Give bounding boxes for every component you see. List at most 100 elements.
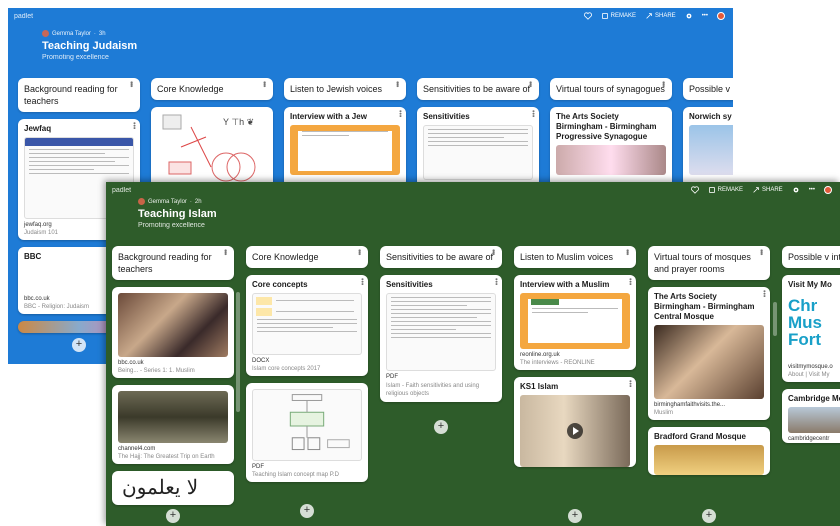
card-caption: The Hajj: The Greatest Trip on Earth	[118, 454, 215, 460]
board-subtitle: Promoting excellence	[138, 222, 205, 229]
column-heading[interactable]: Background reading for teachers •••	[18, 78, 140, 112]
add-post-button[interactable]: +	[72, 338, 86, 352]
card-link-domain: bbc.co.uk	[118, 360, 144, 366]
padlet-logo[interactable]: padlet	[112, 187, 131, 194]
card-sensitivities[interactable]: Sensitivities •••	[417, 107, 539, 187]
avatar[interactable]	[824, 186, 832, 194]
more-icon[interactable]: •••	[626, 380, 633, 387]
column-scrollbar[interactable]	[236, 292, 240, 412]
column-heading-text: Listen to Jewish voices	[290, 84, 383, 94]
more-icon[interactable]: •••	[760, 290, 767, 297]
more-icon[interactable]: •••	[258, 81, 270, 86]
add-post-button[interactable]: +	[434, 420, 448, 434]
column-jewish-voices: Listen to Jewish voices ••• Interview wit…	[284, 78, 406, 187]
column-heading[interactable]: Virtual tours of mosques and prayer room…	[648, 246, 770, 280]
card-hajj[interactable]: channel4.com The Hajj: The Greatest Trip…	[112, 385, 234, 464]
card-title: KS1 Islam	[520, 382, 559, 391]
card-visit-my-mosque[interactable]: Visit My Mo Chr Mus Fort visitmymosque.o…	[782, 275, 840, 382]
card-caption: Muslim	[654, 410, 673, 416]
card-thumbnail	[654, 445, 764, 475]
card-interview-muslim[interactable]: Interview with a Muslim ••• reonline.org…	[514, 275, 636, 370]
card-concept-map[interactable]: PDF Teaching Islam concept map P.D	[246, 383, 368, 482]
column-heading[interactable]: Sensitivities to be aware of •••	[380, 246, 502, 268]
more-icon[interactable]: •••	[358, 278, 365, 285]
card-cambridge-mosque[interactable]: Cambridge Mosque cambridgecentr	[782, 389, 840, 443]
card-thumbnail	[386, 293, 496, 371]
column-heading[interactable]: Possible v interest to	[683, 78, 733, 100]
add-post-button[interactable]: +	[166, 509, 180, 523]
card-sensitivities[interactable]: Sensitivities ••• PDF Islam - Faith sens…	[380, 275, 502, 402]
more-icon[interactable]: •••	[492, 278, 499, 285]
card-title: Interview with a Jew	[290, 112, 367, 121]
more-icon[interactable]: •••	[391, 81, 403, 86]
more-icon[interactable]: •••	[755, 249, 767, 254]
column-heading[interactable]: Listen to Jewish voices •••	[284, 78, 406, 100]
avatar[interactable]	[717, 12, 725, 20]
more-icon[interactable]: •••	[809, 187, 815, 193]
gear-icon[interactable]	[792, 186, 800, 194]
column-heading[interactable]: Background reading for teachers •••	[112, 246, 234, 280]
column-heading[interactable]: Core Knowledge •••	[151, 78, 273, 100]
remake-button[interactable]: REMAKE	[708, 186, 743, 194]
more-icon[interactable]: •••	[353, 249, 365, 254]
more-icon[interactable]: •••	[130, 122, 137, 129]
add-post-button[interactable]: +	[300, 504, 314, 518]
heart-icon[interactable]	[690, 186, 699, 194]
card-core-concepts[interactable]: Core concepts ••• DOCX Islam core concep…	[246, 275, 368, 376]
card-progressive-synagogue[interactable]: The Arts Society Birmingham - Birmingham…	[550, 107, 672, 187]
column-core-knowledge: Core Knowledge ••• Core concepts ••• DOCX…	[246, 246, 368, 482]
padlet-logo[interactable]: padlet	[14, 13, 33, 20]
board-subtitle: Promoting excellence	[42, 54, 109, 61]
column-scrollbar[interactable]	[773, 302, 777, 336]
column-muslim-voices: Listen to Muslim voices ••• Interview wit…	[514, 246, 636, 467]
more-icon[interactable]: •••	[626, 278, 633, 285]
column-heading[interactable]: Core Knowledge •••	[246, 246, 368, 268]
add-post-button[interactable]: +	[702, 509, 716, 523]
share-button[interactable]: SHARE	[645, 12, 676, 20]
card-interview-jew[interactable]: Interview with a Jew •••	[284, 107, 406, 187]
column-sensitivities: Sensitivities to be aware of ••• Sensitiv…	[417, 78, 539, 187]
card-caption: Teaching Islam concept map P.D	[252, 472, 339, 478]
column-heading-text: Listen to Muslim voices	[520, 252, 614, 262]
more-icon[interactable]: •••	[125, 81, 137, 86]
video-thumbnail[interactable]	[520, 395, 630, 467]
more-icon[interactable]: •••	[396, 110, 403, 117]
card-bbc-being[interactable]: bbc.co.uk Being... - Series 1: 1. Muslim	[112, 287, 234, 378]
column-heading-text: Possible v interest to	[788, 252, 840, 262]
judaism-topbar: padlet REMAKE SHARE •••	[8, 8, 733, 28]
more-icon[interactable]: •••	[524, 81, 536, 86]
card-calligraphy[interactable]: ﻻ ﯾﻌﻠﻤﻮن	[112, 471, 234, 505]
author-line: Gemma Taylor · 3h	[42, 30, 137, 37]
card-link-domain: visitmymosque.o	[788, 364, 833, 370]
card-bradford-grand-mosque[interactable]: Bradford Grand Mosque	[648, 427, 770, 475]
column-heading[interactable]: Listen to Muslim voices •••	[514, 246, 636, 268]
more-icon[interactable]: •••	[487, 249, 499, 254]
column-heading[interactable]: Possible v interest to	[782, 246, 840, 268]
column-heading[interactable]: Sensitivities to be aware of •••	[417, 78, 539, 100]
card-title: Core concepts	[252, 280, 308, 289]
more-icon[interactable]: •••	[529, 110, 536, 117]
islam-board: padlet REMAKE SHARE ••• Gemma Taylor · 2h …	[106, 182, 840, 526]
gear-icon[interactable]	[685, 12, 693, 20]
column-core-knowledge: Core Knowledge ••• Y ⊤h ❦	[151, 78, 273, 197]
card-ks1-islam[interactable]: KS1 Islam •••	[514, 377, 636, 467]
column-heading-text: Background reading for teachers	[118, 252, 212, 274]
share-label: SHARE	[762, 187, 783, 193]
card-caption: The interviews - REONLINE	[520, 360, 595, 366]
heart-icon[interactable]	[583, 12, 592, 20]
card-thumbnail	[556, 145, 666, 175]
column-background-reading: Background reading for teachers ••• bbc.c…	[112, 246, 234, 505]
add-post-button[interactable]: +	[568, 509, 582, 523]
card-title: The Arts Society Birmingham - Birmingham…	[556, 112, 657, 141]
more-icon[interactable]: •••	[219, 249, 231, 254]
post-age: 3h	[98, 30, 106, 37]
more-icon[interactable]: •••	[621, 249, 633, 254]
card-norwich-synagogue[interactable]: Norwich sy	[683, 107, 733, 187]
more-icon[interactable]: •••	[702, 13, 708, 19]
remake-button[interactable]: REMAKE	[601, 12, 636, 20]
card-birmingham-central-mosque[interactable]: The Arts Society Birmingham - Birmingham…	[648, 287, 770, 420]
play-icon[interactable]	[567, 423, 583, 439]
share-button[interactable]: SHARE	[752, 186, 783, 194]
column-heading[interactable]: Virtual tours of synagogues •••	[550, 78, 672, 100]
more-icon[interactable]: •••	[657, 81, 669, 86]
